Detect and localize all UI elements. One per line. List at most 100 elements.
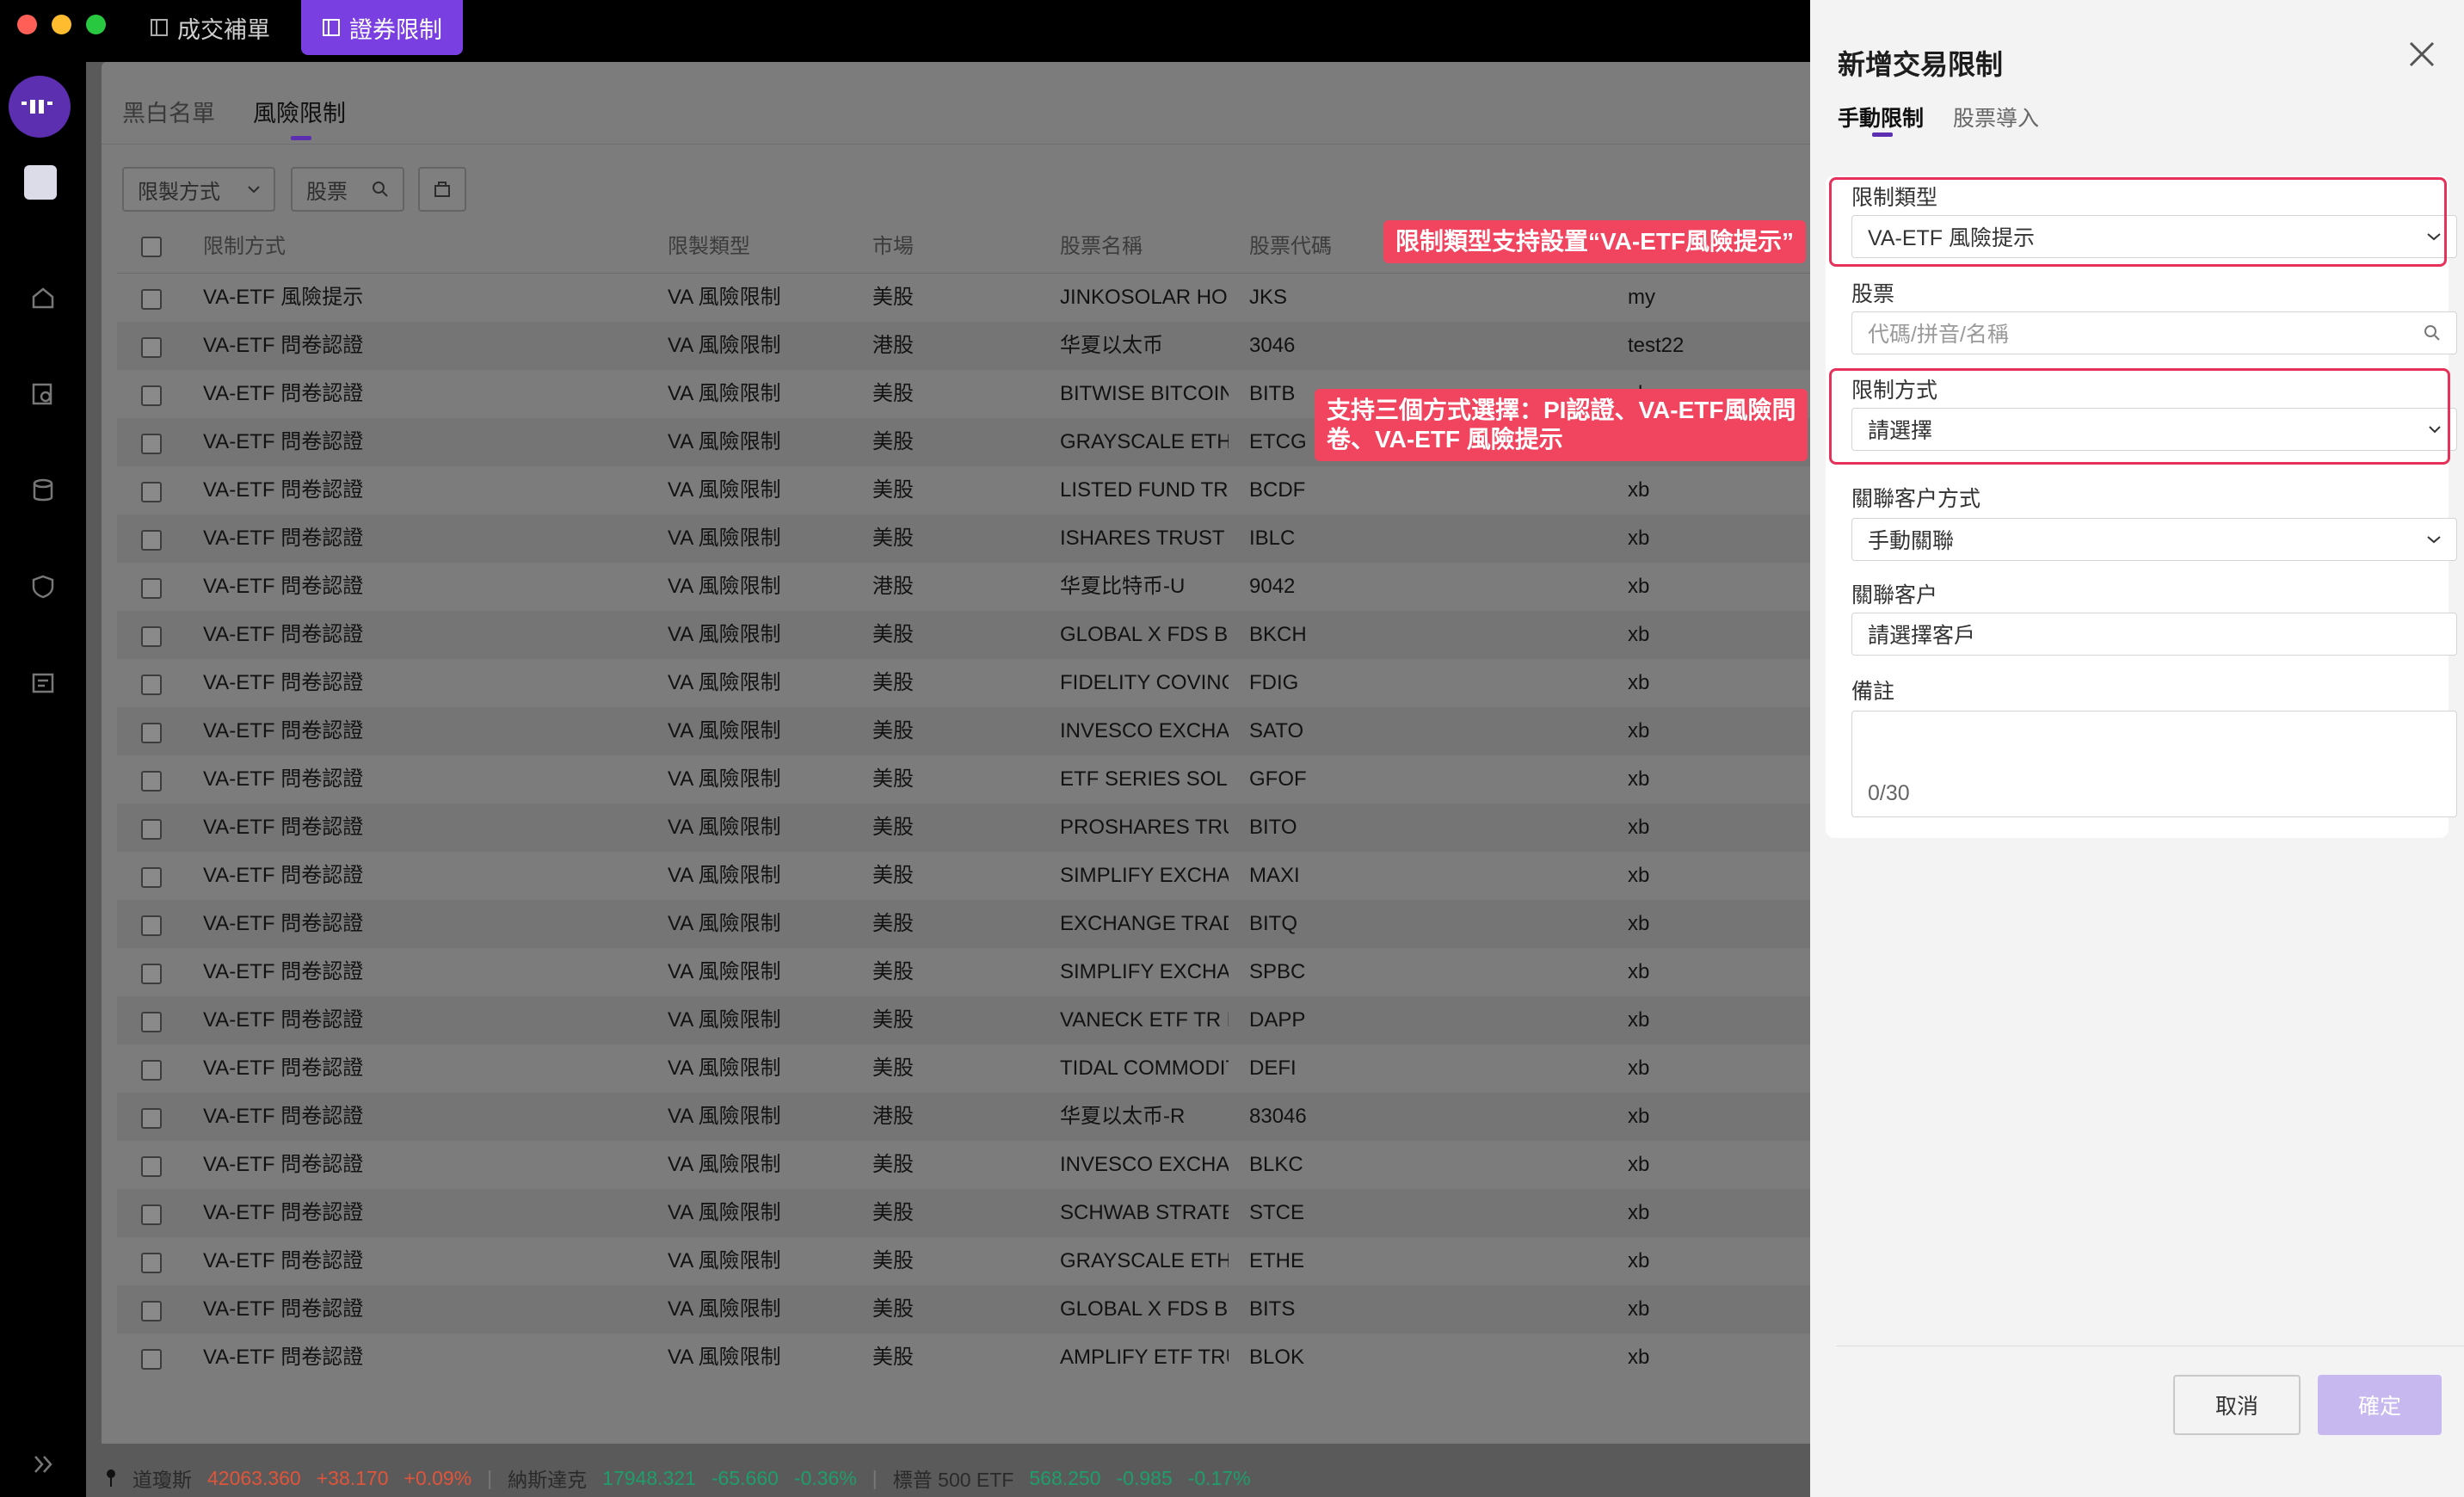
pin-icon: [107, 1469, 115, 1487]
row-checkbox[interactable]: [141, 1253, 162, 1273]
table-row[interactable]: VA-ETF 問卷認證 VA 風險限制 美股 SIMPLIFY EXCHAN SPBC x…: [117, 948, 1810, 996]
header-stock-name[interactable]: 股票名稱: [1060, 220, 1143, 274]
table-row[interactable]: VA-ETF 問卷認證 VA 風險限制 美股 SCHWAB STRATE STCE xb: [117, 1189, 1810, 1237]
table-row[interactable]: VA-ETF 問卷認證 VA 風險限制 美股 VANECK ETF TR D DAPP x…: [117, 996, 1810, 1044]
ticker-value: 17948.321: [602, 1466, 696, 1489]
row-checkbox[interactable]: [141, 867, 162, 888]
subtab-risk-restriction[interactable]: 風險限制: [253, 95, 346, 128]
table-row[interactable]: VA-ETF 問卷認證 VA 風險限制 港股 华夏比特币-U 9042 xb: [117, 563, 1810, 611]
table-row[interactable]: VA-ETF 問卷認證 VA 風險限制 美股 GRAYSCALE ETHE ETHE xb: [117, 1237, 1810, 1285]
row-checkbox[interactable]: [141, 578, 162, 599]
table-row[interactable]: VA-ETF 風險提示 VA 風險限制 美股 JINKOSOLAR HOL JKS my: [117, 274, 1810, 322]
table-row[interactable]: VA-ETF 問卷認證 VA 風險限制 美股 LISTED FUND TRU BCDF x…: [117, 466, 1810, 514]
report-icon[interactable]: [28, 668, 59, 699]
close-icon[interactable]: [2407, 40, 2436, 69]
table-row[interactable]: VA-ETF 問卷認證 VA 風險限制 美股 AMPLIFY ETF TRU BLOK x…: [117, 1334, 1810, 1382]
row-checkbox[interactable]: [141, 1012, 162, 1032]
cell-restriction-type: VA 風險限制: [668, 1008, 781, 1032]
cell-stock-name: JINKOSOLAR HOL: [1060, 286, 1229, 309]
cell-stock-code: ETHE: [1249, 1249, 1305, 1272]
chevron-down-icon: [2427, 536, 2441, 544]
cell-market: 美股: [872, 478, 914, 502]
row-checkbox[interactable]: [141, 530, 162, 551]
client-link-method-select[interactable]: 手動關聯: [1851, 518, 2457, 561]
table-row[interactable]: VA-ETF 問卷認證 VA 風險限制 美股 TIDAL COMMODIT DEFI xb: [117, 1044, 1810, 1093]
row-checkbox[interactable]: [141, 1349, 162, 1370]
table-row[interactable]: VA-ETF 問卷認證 VA 風險限制 美股 INVESCO EXCHAN SATO xb: [117, 707, 1810, 755]
cell-operator: xb: [1628, 1346, 1650, 1369]
row-checkbox[interactable]: [141, 482, 162, 502]
row-checkbox[interactable]: [141, 385, 162, 406]
maximize-window-button[interactable]: [86, 15, 106, 34]
cell-stock-name: INVESCO EXCHAN: [1060, 719, 1229, 742]
tab-manual-restriction[interactable]: 手動限制: [1838, 102, 1924, 132]
client-select[interactable]: 請選擇客戶: [1851, 613, 2457, 656]
table-row[interactable]: VA-ETF 問卷認證 VA 風險限制 美股 INVESCO EXCHAN BLKC xb: [117, 1141, 1810, 1189]
row-checkbox[interactable]: [141, 1156, 162, 1177]
tab-trade-supplement[interactable]: 成交補單: [129, 0, 291, 55]
app-logo[interactable]: [9, 76, 71, 138]
label-remark: 備註: [1851, 680, 1895, 704]
row-checkbox[interactable]: [141, 1060, 162, 1081]
row-checkbox[interactable]: [141, 819, 162, 840]
row-checkbox[interactable]: [141, 626, 162, 647]
cell-market: 美股: [872, 623, 914, 646]
row-checkbox[interactable]: [141, 1108, 162, 1129]
row-checkbox[interactable]: [141, 289, 162, 310]
table-row[interactable]: VA-ETF 問卷認證 VA 風險限制 港股 华夏以太币 3046 test22: [117, 322, 1810, 370]
header-stock-code[interactable]: 股票代碼: [1249, 220, 1332, 274]
stock-input[interactable]: 代碼/拼音/名稱: [1851, 311, 2457, 354]
table-row[interactable]: VA-ETF 問卷認證 VA 風險限制 港股 华夏以太币-R 83046 xb: [117, 1093, 1810, 1141]
row-checkbox[interactable]: [141, 1301, 162, 1321]
table-row[interactable]: VA-ETF 問卷認證 VA 風險限制 美股 GLOBAL X FDS BL BKCH x…: [117, 611, 1810, 659]
database-icon[interactable]: [28, 475, 59, 506]
row-checkbox[interactable]: [141, 337, 162, 358]
close-window-button[interactable]: [17, 15, 37, 34]
cell-market: 美股: [872, 912, 914, 935]
expand-icon[interactable]: [28, 1449, 59, 1480]
export-icon: [434, 182, 450, 197]
ticker-name[interactable]: 納斯達克: [508, 1463, 587, 1493]
minimize-window-button[interactable]: [52, 15, 71, 34]
cell-restriction-method: VA-ETF 問卷認證: [203, 527, 364, 550]
row-checkbox[interactable]: [141, 771, 162, 792]
row-checkbox[interactable]: [141, 964, 162, 984]
table-row[interactable]: VA-ETF 問卷認證 VA 風險限制 美股 ETF SERIES SOLU GFOF x…: [117, 755, 1810, 804]
table-row[interactable]: VA-ETF 問卷認證 VA 風險限制 美股 SIMPLIFY EXCHAN MAXI x…: [117, 852, 1810, 900]
table-row[interactable]: VA-ETF 問卷認證 VA 風險限制 美股 FIDELITY COVING FDIG x…: [117, 659, 1810, 707]
search-placeholder: 股票: [306, 180, 348, 204]
row-checkbox[interactable]: [141, 723, 162, 743]
confirm-button[interactable]: 確定: [2318, 1375, 2442, 1435]
export-button[interactable]: [418, 167, 466, 212]
subtab-blackwhite-list[interactable]: 黑白名單: [122, 95, 215, 128]
cell-stock-name: INVESCO EXCHAN: [1060, 1153, 1229, 1176]
restriction-method-select[interactable]: 限製方式: [122, 167, 275, 212]
whale-app-icon[interactable]: [24, 165, 57, 200]
shield-icon[interactable]: [28, 571, 59, 602]
ticker-name[interactable]: 標普 500 ETF: [893, 1463, 1014, 1493]
tab-securities-restriction[interactable]: 證券限制: [301, 0, 463, 55]
search-doc-icon[interactable]: [28, 379, 59, 410]
remark-textarea[interactable]: 0/30: [1851, 711, 2457, 817]
cancel-button[interactable]: 取消: [2173, 1375, 2301, 1435]
row-checkbox[interactable]: [141, 675, 162, 695]
cell-stock-code: MAXI: [1249, 864, 1300, 887]
search-icon: [2424, 325, 2440, 341]
table-row[interactable]: VA-ETF 問卷認證 VA 風險限制 美股 PROSHARES TRUS BITO xb: [117, 804, 1810, 852]
row-checkbox[interactable]: [141, 1204, 162, 1225]
table-row[interactable]: VA-ETF 問卷認證 VA 風險限制 美股 ISHARES TRUST B IBLC x…: [117, 514, 1810, 563]
row-checkbox[interactable]: [141, 915, 162, 936]
tab-stock-import[interactable]: 股票導入: [1953, 102, 2039, 132]
table-row[interactable]: VA-ETF 問卷認證 VA 風險限制 美股 EXCHANGE TRADI BITQ xb: [117, 900, 1810, 948]
ticker-name[interactable]: 道瓊斯: [132, 1463, 192, 1493]
select-all-checkbox[interactable]: [141, 237, 162, 257]
panel-icon: [323, 19, 340, 36]
table-row[interactable]: VA-ETF 問卷認證 VA 風險限制 美股 GLOBAL X FDS BL BITS x…: [117, 1285, 1810, 1334]
stock-search-input[interactable]: 股票: [291, 167, 404, 212]
home-icon[interactable]: [28, 282, 59, 313]
header-restriction-method[interactable]: 限制方式: [203, 220, 286, 274]
header-market[interactable]: 市場: [872, 220, 914, 274]
row-checkbox[interactable]: [141, 434, 162, 454]
header-restriction-type[interactable]: 限製類型: [668, 220, 750, 274]
stock-placeholder: 代碼/拼音/名稱: [1868, 323, 2009, 347]
